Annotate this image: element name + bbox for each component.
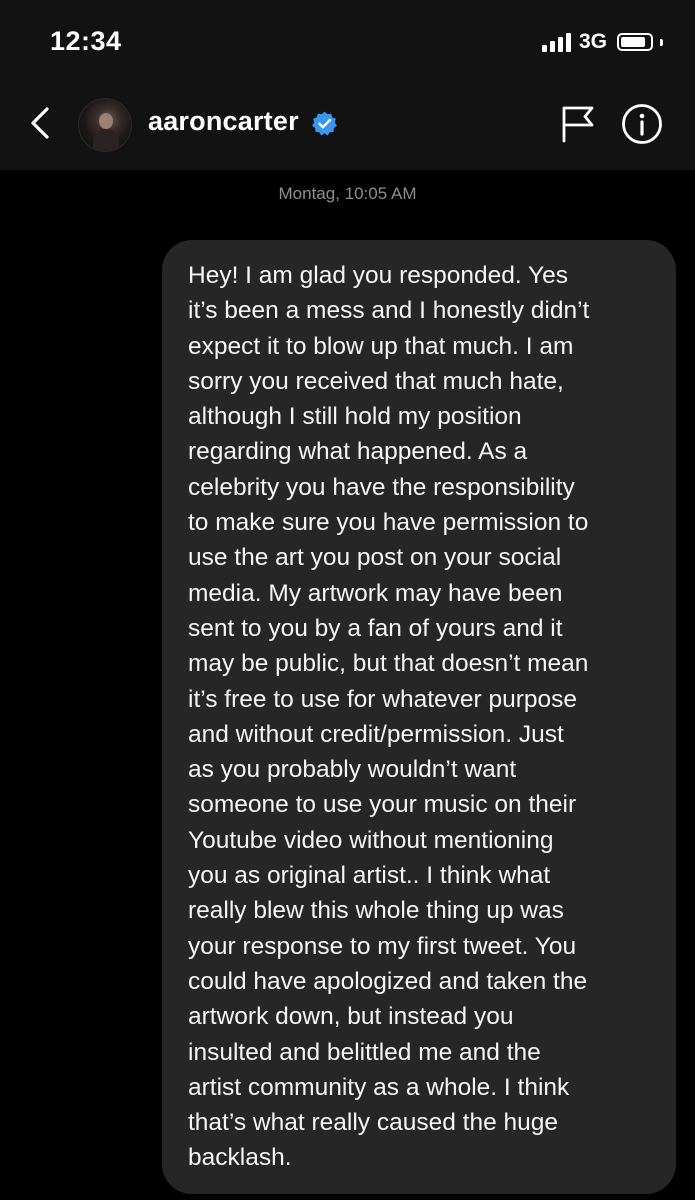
message-line: it’s free to use for whatever purpose	[188, 685, 578, 713]
message-line: that’s what really caused the huge	[188, 1109, 559, 1137]
message-line: insulted and belittled me and the	[188, 1038, 541, 1066]
message-line: could have apologized and taken the	[188, 967, 588, 995]
message-line: use the art you post on your social	[188, 544, 562, 572]
message-line: artwork down, but instead you	[188, 1003, 514, 1031]
message-line: and without credit/permission. Just	[188, 720, 564, 748]
username[interactable]: aaroncarter	[148, 106, 299, 137]
message-line: to make sure you have permission to	[188, 509, 589, 537]
message-line: artist community as a whole. I think	[188, 1073, 570, 1101]
message-text: Hey! I am glad you responded. Yes it’s be…	[188, 258, 656, 1176]
message-line: as you probably wouldn’t want	[188, 756, 517, 784]
message-line: although I still hold my position	[188, 403, 522, 431]
message-timestamp: Montag, 10:05 AM	[278, 184, 417, 203]
chevron-left-icon	[31, 107, 49, 139]
message-line: expect it to blow up that much. I am	[188, 332, 574, 360]
signal-strength-icon	[541, 32, 571, 52]
message-line: someone to use your music on their	[188, 791, 577, 819]
battery-level	[621, 37, 645, 47]
avatar[interactable]	[78, 98, 132, 152]
message-line: celebrity you have the responsibility	[188, 473, 575, 501]
message-bubble[interactable]: Hey! I am glad you responded. Yes it’s be…	[162, 240, 676, 1194]
status-indicators: 3G	[541, 30, 663, 54]
message-line: Hey! I am glad you responded. Yes	[188, 262, 569, 289]
network-type: 3G	[578, 30, 607, 53]
message-line: regarding what happened. As a	[188, 438, 528, 466]
battery-cap	[660, 38, 663, 46]
back-button[interactable]	[22, 102, 58, 144]
verified-badge-icon	[312, 111, 337, 136]
message-line: may be public, but that doesn’t mean	[188, 650, 589, 678]
message-line: media. My artwork may have been	[188, 579, 563, 607]
status-time: 12:34	[50, 26, 122, 56]
message-line: backlash.	[188, 1144, 292, 1172]
header-bar: 12:34 3G aaroncarter	[0, 0, 695, 170]
message-line: Youtube video without mentioning	[188, 826, 554, 854]
message-line: your response to my first tweet. You	[188, 932, 577, 960]
avatar-body	[93, 129, 119, 151]
message-line: it’s been a mess and I honestly didn’t	[188, 297, 590, 325]
battery-icon	[617, 33, 653, 51]
message-line: really blew this whole thing up was	[188, 897, 564, 925]
info-icon[interactable]	[621, 103, 663, 145]
message-line: sorry you received that much hate,	[188, 367, 564, 395]
flag-icon[interactable]	[558, 104, 598, 144]
message-line: sent to you by a fan of yours and it	[188, 614, 563, 642]
avatar-face	[99, 113, 113, 129]
message-line: you as original artist.. I think what	[188, 862, 551, 890]
